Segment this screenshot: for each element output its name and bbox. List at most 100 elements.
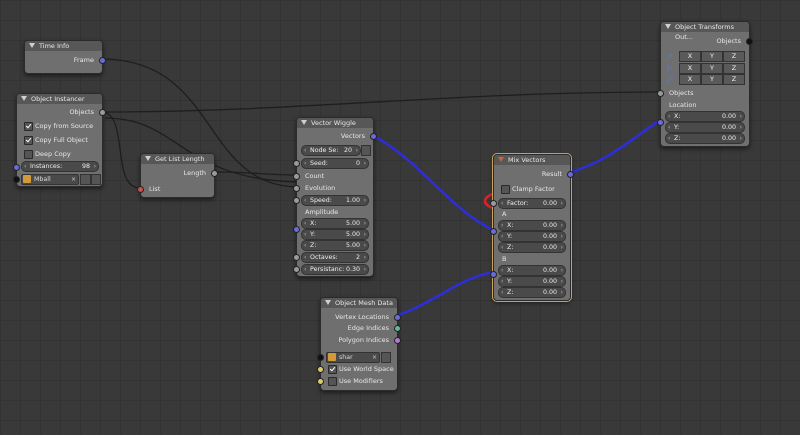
persistance-field[interactable]: ‹ Persistanc: 0.30 › [301,264,369,275]
socket-octaves[interactable] [293,254,300,261]
collapse-arrow-icon[interactable] [498,157,504,162]
collapse-arrow-icon[interactable] [145,156,151,161]
node-header[interactable]: Vector Wiggle [297,118,373,128]
socket-vectors[interactable] [370,133,377,140]
checkbox[interactable] [24,150,33,159]
location-z-field[interactable]: ‹ Z: 0.00 › [665,133,745,144]
socket-amplitude[interactable] [293,226,300,233]
node-vector-wiggle[interactable]: Vector Wiggle Vectors ‹ Node Se: 20 › ‹ Seed… [293,117,377,277]
eyedropper-icon[interactable] [91,174,101,185]
node-header[interactable]: Time Info [25,41,102,51]
socket-b[interactable] [490,271,497,278]
option-use-modifiers[interactable]: Use Modifiers [321,376,397,386]
checkbox[interactable] [501,185,510,194]
socket-speed[interactable] [293,197,300,204]
socket-objects-in[interactable] [657,90,664,97]
node-object-instancer[interactable]: Object Instancer Objects Copy from Sourc… [13,93,106,187]
factor-field[interactable]: ‹ Factor: 0.00 › [498,198,566,209]
eyedropper-icon[interactable] [381,352,391,363]
node-object-mesh-data[interactable]: Object Mesh Data Vertex Locations Edge I… [317,297,401,391]
close-icon[interactable]: × [71,175,76,184]
socket-a[interactable] [490,228,497,235]
node-header[interactable]: Object Mesh Data [321,298,397,308]
output-length: Length [141,168,218,178]
a-x-field[interactable]: ‹ X: 0.00 › [498,220,566,231]
socket-length[interactable] [211,170,218,177]
close-icon[interactable]: × [372,353,377,362]
checkbox[interactable] [328,377,337,386]
location-x-field[interactable]: ‹ X: 0.00 › [665,111,745,122]
amplitude-z-field[interactable]: ‹ Z: 5.00 › [301,240,369,251]
checkbox[interactable] [24,136,33,145]
socket-evolution[interactable] [293,185,300,192]
a-y-field[interactable]: ‹ Y: 0.00 › [498,231,566,242]
socket-object[interactable] [13,176,20,183]
socket-edge-indices[interactable] [394,325,401,332]
loc-x-toggle[interactable]: X [679,51,701,62]
amplitude-y-field[interactable]: ‹ Y: 5.00 › [301,229,369,240]
option-copy-full-object[interactable]: Copy Full Object [17,135,102,145]
octaves-field[interactable]: ‹ Octaves: 2 › [301,252,369,263]
collapse-arrow-icon[interactable] [29,43,35,48]
b-z-field[interactable]: ‹ Z: 0.00 › [498,287,566,298]
socket-frame[interactable] [99,57,106,64]
node-header[interactable]: Mix Vectors [494,155,570,165]
a-z-field[interactable]: ‹ Z: 0.00 › [498,242,566,253]
b-x-field[interactable]: ‹ X: 0.00 › [498,265,566,276]
scale-z-toggle[interactable]: Z [723,74,745,85]
checkbox[interactable] [328,365,337,374]
socket-use-world-space[interactable] [317,366,324,373]
collapse-arrow-icon[interactable] [21,96,27,101]
socket-seed[interactable] [293,160,300,167]
socket-persistance[interactable] [293,266,300,273]
scale-x-toggle[interactable]: X [679,74,701,85]
collapse-arrow-icon[interactable] [665,24,671,29]
b-y-field[interactable]: ‹ Y: 0.00 › [498,276,566,287]
node-header[interactable]: Object Transforms Out... [661,22,749,41]
scale-y-toggle[interactable]: Y [701,74,723,85]
option-clamp-factor[interactable]: Clamp Factor [494,184,570,194]
checkbox[interactable] [24,122,33,131]
rot-x-toggle[interactable]: X [679,63,701,74]
socket-result[interactable] [567,171,574,178]
object-selector[interactable]: shar × [326,352,380,363]
node-seed-field[interactable]: ‹ Node Se: 20 › [301,145,361,156]
node-header[interactable]: Get List Length [141,154,214,164]
seed-field[interactable]: ‹ Seed: 0 › [301,158,369,169]
label-location: Location [669,101,697,109]
socket-count[interactable] [293,173,300,180]
socket-location[interactable] [657,119,664,126]
socket-polygon-indices[interactable] [394,337,401,344]
socket-objects[interactable] [99,109,106,116]
option-deep-copy[interactable]: Deep Copy [17,149,102,159]
speed-field[interactable]: ‹ Speed: 1.00 › [301,195,369,206]
socket-objects-out[interactable] [746,38,753,45]
node-time-info[interactable]: Time Info Frame [24,40,106,74]
amplitude-x-field[interactable]: ‹ X: 5.00 › [301,218,369,229]
socket-list[interactable] [137,186,144,193]
location-y-field[interactable]: ‹ Y: 0.00 › [665,122,745,133]
node-mix-vectors[interactable]: Mix Vectors Result Clamp Factor ‹ Factor:… [490,153,574,302]
node-header[interactable]: Object Instancer [17,94,102,104]
dice-icon[interactable] [361,145,371,156]
socket-use-modifiers[interactable] [317,378,324,385]
socket-vertex-locations[interactable] [394,314,401,321]
option-use-world-space[interactable]: Use World Space [321,364,397,374]
instances-field[interactable]: ‹ Instances: 98 › [21,161,99,172]
socket-instances[interactable] [13,164,20,171]
object-selector[interactable]: Mball × [21,174,79,185]
loc-z-toggle[interactable]: Z [723,51,745,62]
dice-icon[interactable] [80,174,91,185]
option-copy-from-source[interactable]: Copy from Source [17,121,102,131]
output-frame: Frame [25,55,106,65]
rot-y-toggle[interactable]: Y [701,63,723,74]
collapse-arrow-icon[interactable] [325,300,331,305]
rot-z-toggle[interactable]: Z [723,63,745,74]
loc-y-toggle[interactable]: Y [701,51,723,62]
node-get-list-length[interactable]: Get List Length Length List [137,153,218,198]
socket-object[interactable] [317,354,324,361]
output-vertex-locations: Vertex Locations [321,312,401,322]
node-object-transforms-output[interactable]: Object Transforms Out... Objects ↗ X Y Z… [657,21,753,147]
socket-factor[interactable] [490,200,497,207]
collapse-arrow-icon[interactable] [301,120,307,125]
